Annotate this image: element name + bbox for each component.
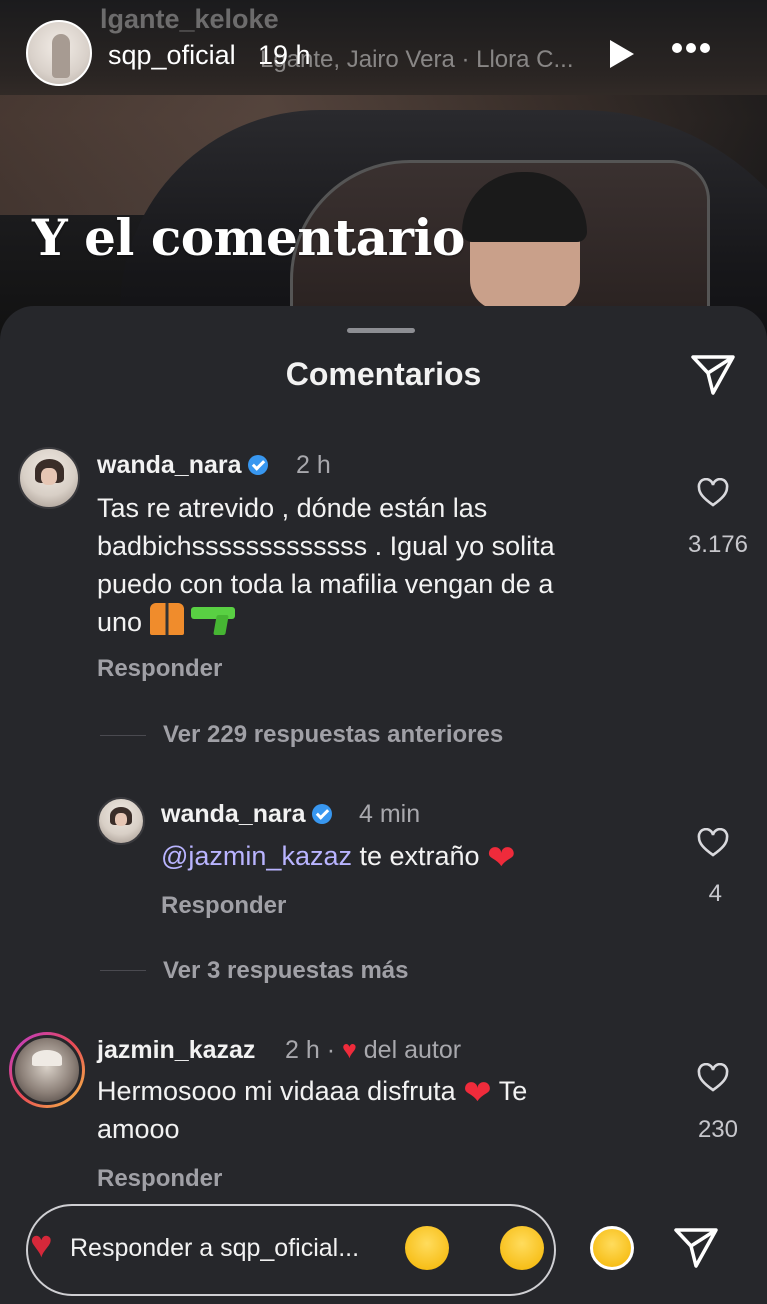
story-overlay-text: Y el comentario — [32, 208, 465, 267]
like-count: 230 — [697, 1116, 738, 1143]
view-more-replies[interactable]: Ver 3 respuestas más — [163, 957, 409, 985]
water-pistol-icon — [191, 605, 236, 635]
comment-time: 2 h — [296, 451, 331, 479]
mention-link[interactable]: @jazmin_kazaz — [161, 841, 352, 871]
story-header: lgante_keloke sqp_oficial 19 h Lgante, J… — [0, 0, 767, 100]
heart-outline-icon[interactable] — [697, 478, 729, 508]
reply-button[interactable]: Responder — [97, 1165, 222, 1193]
avatar[interactable] — [18, 447, 80, 509]
view-previous-replies[interactable]: Ver 229 respuestas anteriores — [163, 721, 503, 749]
view-replies-line — [100, 735, 146, 736]
heart-outline-icon[interactable] — [697, 1063, 729, 1093]
red-heart-icon: ❤ — [463, 1074, 492, 1112]
story-music-info[interactable]: Lgante, Jairo Vera · Llora C... — [260, 46, 574, 74]
story-username[interactable]: sqp_oficial — [108, 40, 236, 71]
view-replies-line — [100, 970, 146, 971]
background-username: lgante_keloke — [100, 4, 279, 34]
reply-placeholder[interactable]: Responder a sqp_oficial... — [70, 1234, 359, 1263]
red-heart-icon: ❤ — [487, 839, 516, 877]
comment-text: Hermosooo mi vidaaa disfruta ❤ Te amooo — [97, 1074, 528, 1144]
reply-username[interactable]: wanda_nara — [161, 800, 332, 829]
comment-meta: 2 h · ♥ del autor — [285, 1036, 462, 1064]
like-count: 3.176 — [687, 531, 748, 558]
comment-username[interactable]: wanda_nara — [97, 451, 268, 480]
verified-icon — [311, 804, 332, 824]
heart-outline-icon[interactable] — [697, 828, 729, 858]
sheet-title: Comentarios — [285, 356, 482, 392]
more-dots-icon[interactable] — [672, 40, 720, 64]
avatar[interactable] — [97, 797, 145, 845]
crying-face-icon[interactable] — [405, 1226, 449, 1270]
play-icon[interactable] — [606, 38, 636, 70]
avatar[interactable] — [9, 1032, 85, 1108]
paper-plane-icon[interactable] — [672, 1226, 720, 1270]
story-avatar[interactable] — [26, 20, 92, 86]
sheet-drag-handle[interactable] — [347, 328, 415, 333]
reply-text: @jazmin_kazaz te extraño ❤ — [161, 839, 516, 877]
author-heart-icon: ♥ — [341, 1036, 357, 1064]
verified-icon — [247, 455, 268, 475]
red-heart-icon[interactable]: ♥ — [30, 1226, 53, 1264]
like-count: 4 — [708, 880, 722, 907]
reply-time: 4 min — [359, 800, 421, 828]
reply-button[interactable]: Responder — [161, 892, 286, 920]
safety-vest-icon — [149, 603, 184, 635]
heart-eyes-icon[interactable] — [500, 1226, 544, 1270]
surprised-face-icon[interactable] — [590, 1226, 634, 1270]
comment-username[interactable]: jazmin_kazaz — [97, 1036, 255, 1065]
reply-button[interactable]: Responder — [97, 655, 222, 683]
paper-plane-icon[interactable] — [690, 354, 736, 396]
comment-text: Tas re atrevido , dónde están las badbic… — [97, 493, 555, 637]
